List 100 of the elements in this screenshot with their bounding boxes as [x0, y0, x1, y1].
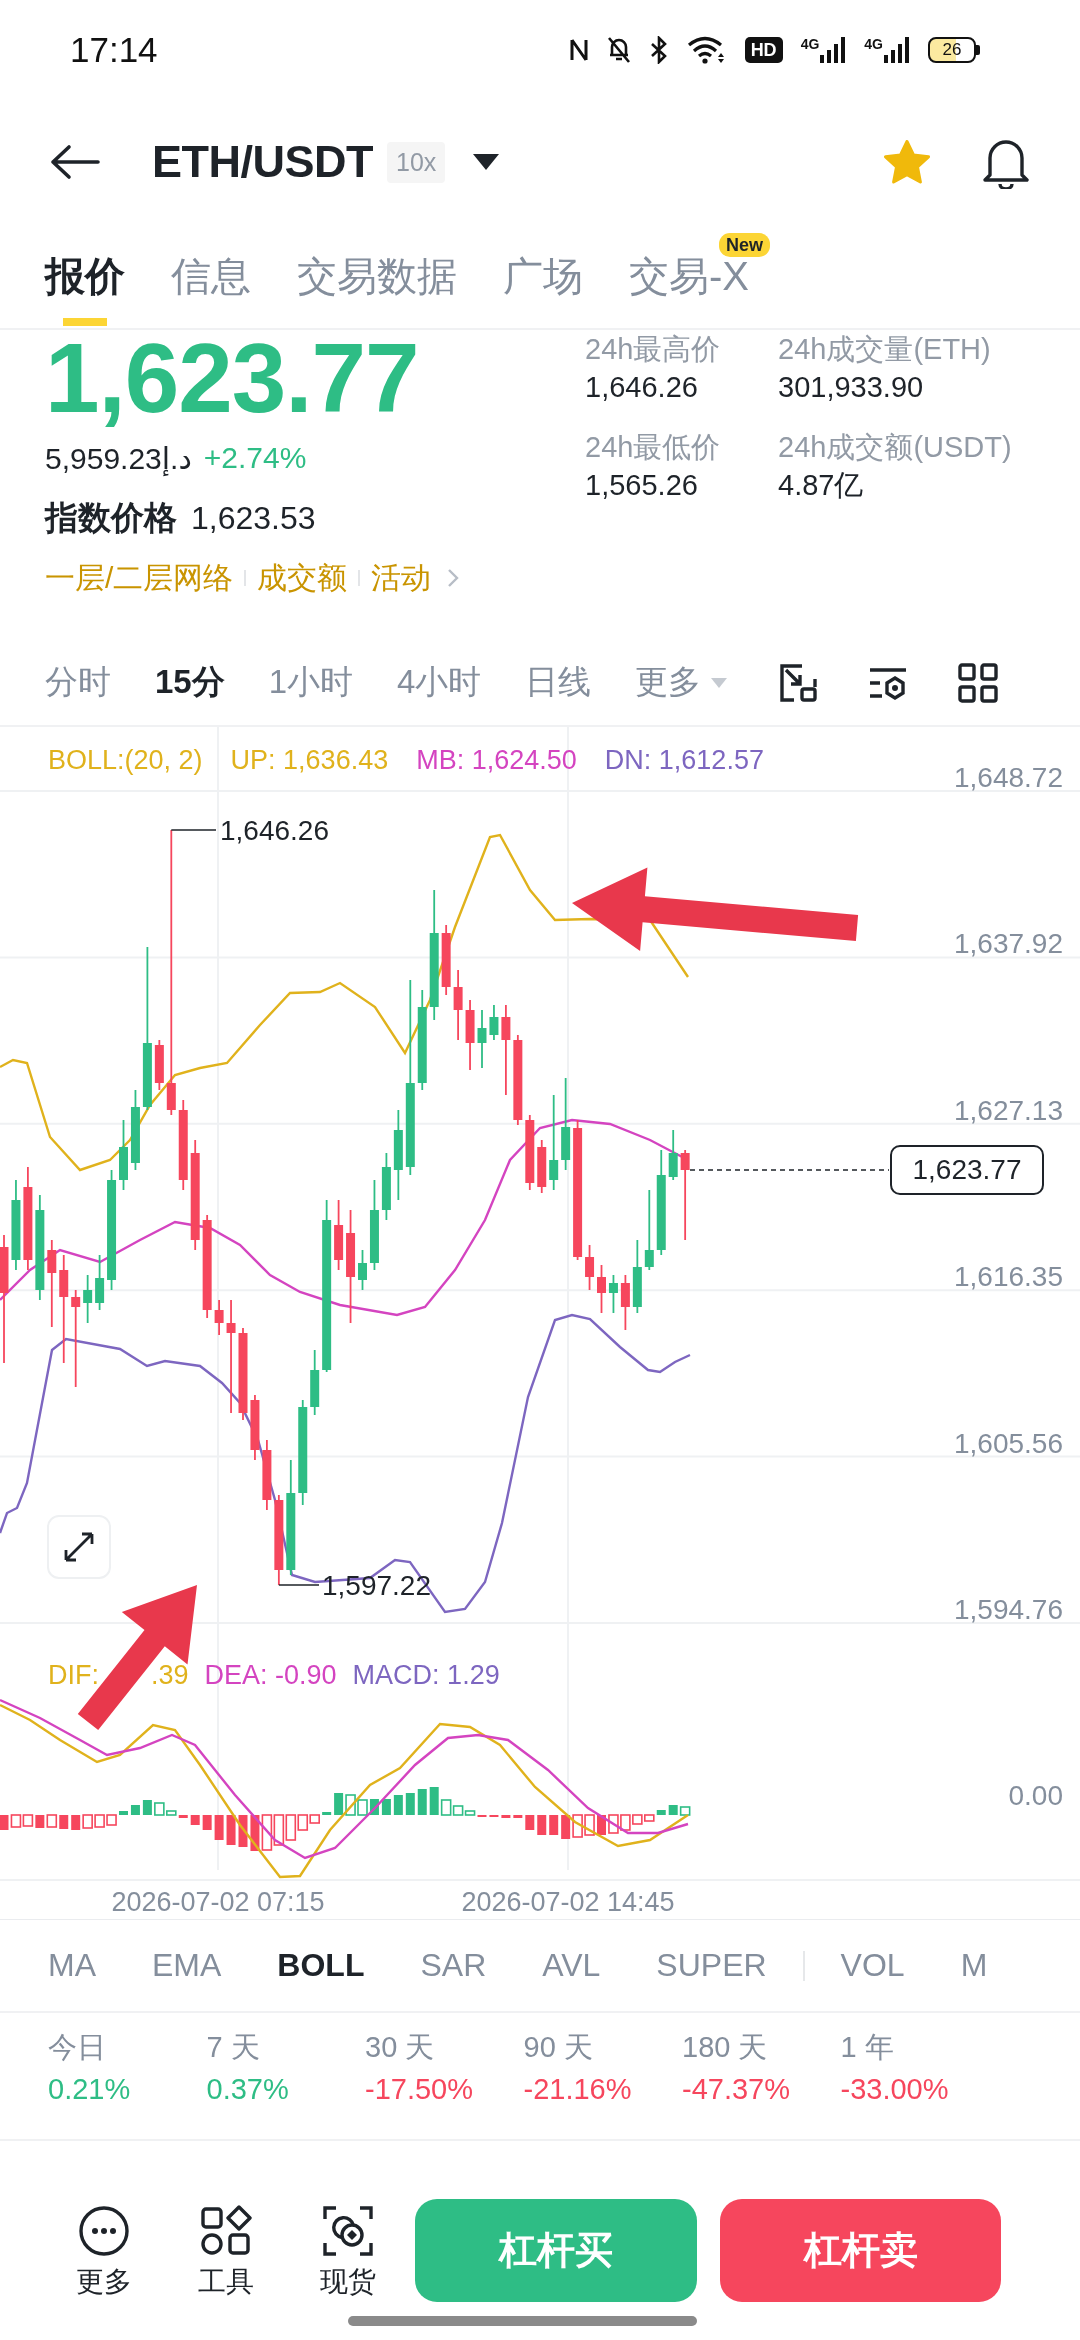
stat-value: 4.87亿: [778, 468, 865, 503]
histogram-bar: [10, 1814, 22, 1828]
falling-candle: [334, 1199, 344, 1271]
rising-candle: [477, 1009, 487, 1069]
interval-tab[interactable]: 4小时: [397, 660, 482, 705]
last-price: 1,623.77: [45, 328, 419, 428]
stat-label: 24h成交额(USDT): [778, 430, 1012, 465]
indicator-tab[interactable]: MA: [48, 1947, 96, 1984]
period-change: -33.00%: [840, 2072, 950, 2107]
histogram-bar: [357, 1799, 368, 1816]
interval-tab[interactable]: 15分: [155, 660, 225, 705]
category-link[interactable]: 成交额: [257, 557, 348, 599]
histogram-bar: [190, 1815, 200, 1825]
falling-candle: [453, 969, 463, 1041]
indicator-tab[interactable]: M: [960, 1947, 988, 1984]
period-label: 180 天: [682, 2030, 769, 2065]
histogram-bar: [572, 1814, 583, 1838]
buy-button[interactable]: 杠杆买: [415, 2199, 697, 2302]
tab[interactable]: 报价: [45, 224, 125, 328]
interval-tab[interactable]: 1小时: [268, 660, 354, 705]
pair-title[interactable]: ETH/USDT: [152, 136, 373, 188]
indicator-legend: .39: [151, 1658, 189, 1692]
arrow-frame-icon[interactable]: [778, 662, 818, 703]
histogram-bar: [381, 1799, 391, 1815]
tab[interactable]: 广场: [503, 224, 583, 328]
grid-icon[interactable]: [958, 662, 998, 703]
battery-indicator: 26: [928, 37, 980, 63]
macd-axis-label: 0.00: [1008, 1780, 1063, 1811]
toolbar-action[interactable]: 工具: [180, 2199, 272, 2299]
indicator-tab[interactable]: BOLL: [277, 1947, 365, 1984]
histogram-bar: [322, 1812, 332, 1815]
signal-bars-icon: [820, 37, 847, 63]
histogram-bar: [130, 1805, 140, 1815]
falling-candle: [154, 1039, 164, 1091]
stat-value: 1,565.26: [585, 468, 699, 503]
caret-down-icon[interactable]: [473, 154, 500, 170]
indicator-tab[interactable]: AVL: [542, 1947, 601, 1984]
price-axis-label: 1,605.56: [954, 1427, 1063, 1459]
expand-button[interactable]: [47, 1515, 111, 1579]
falling-candle: [537, 1139, 547, 1194]
bell-off-icon: [606, 36, 631, 64]
falling-candle: [214, 1299, 224, 1336]
period-label: 7 天: [206, 2030, 261, 2065]
interval-tab[interactable]: 更多: [635, 660, 728, 705]
histogram-bar: [584, 1814, 595, 1836]
histogram-bar: [393, 1795, 403, 1815]
histogram-bar: [119, 1811, 128, 1815]
histogram-bar: [202, 1815, 212, 1830]
hd-badge: HD: [744, 37, 783, 63]
histogram-bar: [238, 1815, 248, 1847]
network-type-label: 4G: [800, 37, 820, 51]
rising-candle: [358, 1249, 367, 1291]
histogram-bar: [35, 1815, 45, 1828]
indicator-tab[interactable]: SUPER: [656, 1947, 767, 1984]
period-change: 0.21%: [48, 2072, 132, 2107]
price-axis-label: 1,594.76: [954, 1594, 1063, 1625]
caret-down-icon: [711, 677, 728, 688]
histogram-bar: [59, 1815, 69, 1829]
sell-button[interactable]: 杠杆卖: [720, 2199, 1001, 2302]
time-axis-label: 2026-07-02 14:45: [461, 1887, 675, 1917]
stat-value: 301,933.90: [778, 370, 925, 405]
coin-scan-icon: [322, 2205, 374, 2257]
category-link[interactable]: 活动: [371, 557, 432, 599]
toolbar-action[interactable]: 更多: [58, 2199, 150, 2299]
interval-tab[interactable]: 日线: [525, 660, 592, 705]
indicator-tab[interactable]: SAR: [420, 1947, 487, 1984]
histogram-bar: [679, 1806, 691, 1816]
rising-candle: [381, 1152, 391, 1221]
category-link[interactable]: 一层/二层网络: [45, 557, 234, 599]
star-icon[interactable]: [884, 140, 930, 184]
last-price-tag: 1,623.77: [890, 1145, 1044, 1195]
histogram-bar: [334, 1793, 344, 1815]
price-axis-label: 1,637.92: [954, 928, 1063, 960]
tab[interactable]: 信息: [171, 224, 251, 328]
price-change: +2.74%: [203, 441, 307, 475]
histogram-bar: [513, 1815, 523, 1818]
indicator-tab[interactable]: EMA: [152, 1947, 222, 1984]
price-axis-label: 1,627.13: [954, 1094, 1063, 1126]
histogram-bar: [525, 1815, 535, 1830]
histogram-bar: [345, 1794, 356, 1816]
leader-line: [170, 829, 217, 831]
period-change: -21.16%: [523, 2072, 633, 2107]
expand-icon: [63, 1531, 95, 1563]
indicator-legend: DEA: -0.90: [204, 1658, 337, 1692]
histogram-bar: [142, 1800, 152, 1815]
indicator-legend: DN: 1,612.57: [604, 743, 764, 777]
signal-bars-icon: [884, 37, 910, 63]
period-label: 今日: [48, 2030, 107, 2065]
more-icon: [78, 2205, 130, 2257]
tab[interactable]: 交易数据: [297, 224, 457, 328]
price-axis-label: 1,616.35: [954, 1261, 1063, 1293]
histogram-bar: [597, 1815, 606, 1835]
histogram-bar: [549, 1815, 559, 1835]
indicator-tab[interactable]: VOL: [840, 1947, 905, 1984]
shapes-grid-icon: [200, 2205, 252, 2257]
toolbar-action[interactable]: 现货: [302, 2199, 394, 2299]
network-type-label: 4G: [864, 37, 883, 51]
back-arrow-icon[interactable]: [50, 144, 100, 180]
interval-tab[interactable]: 分时: [45, 660, 111, 705]
leverage-badge: 10x: [387, 141, 446, 183]
